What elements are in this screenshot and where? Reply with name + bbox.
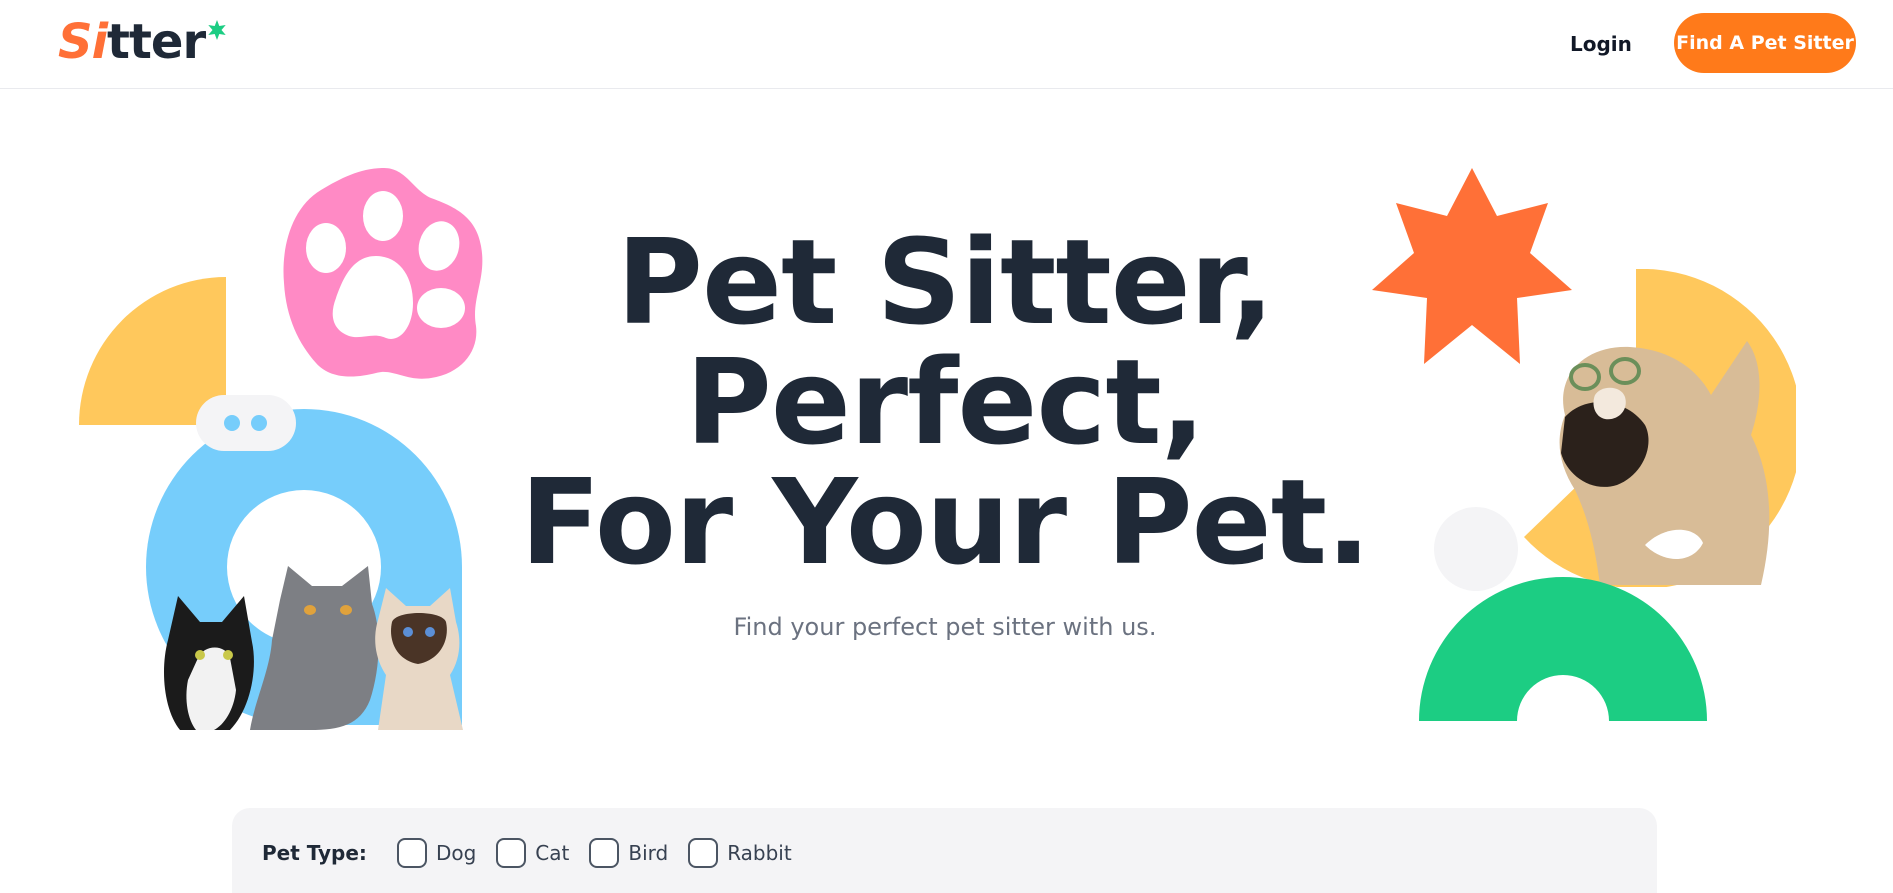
bird-checkbox[interactable] xyxy=(589,838,620,868)
green-arch-shape xyxy=(1419,577,1707,721)
pet-type-label: Pet Type: xyxy=(262,841,367,865)
pet-type-filter-row: Pet Type: Dog Cat Bird Rabbit xyxy=(262,835,812,871)
pet-option-rabbit[interactable]: Rabbit xyxy=(688,838,792,868)
cats-photo xyxy=(164,566,463,730)
hero-title-line-3: For Your Pet. xyxy=(520,453,1371,591)
rabbit-checkbox[interactable] xyxy=(688,838,719,868)
hero-title-line-1: Pet Sitter, xyxy=(616,213,1275,351)
find-pet-sitter-button[interactable]: Find A Pet Sitter xyxy=(1674,13,1856,73)
site-logo[interactable]: Sitter xyxy=(58,12,227,72)
logo-wordmark: Sitter xyxy=(58,12,206,72)
sparkle-star-icon xyxy=(208,20,226,40)
hero-subtitle: Find your perfect pet sitter with us. xyxy=(733,613,1157,641)
dog-checkbox[interactable] xyxy=(396,838,427,868)
pet-option-bird[interactable]: Bird xyxy=(589,838,668,868)
paw-print-icon xyxy=(283,168,483,379)
cat-checkbox[interactable] xyxy=(496,838,527,868)
hero-title-line-2: Perfect, xyxy=(685,333,1205,471)
bulldog-photo xyxy=(1559,341,1770,585)
pet-option-label: Bird xyxy=(628,841,669,865)
site-header: Sitter Login Find A Pet Sitter xyxy=(0,0,1893,89)
pet-option-cat[interactable]: Cat xyxy=(496,838,569,868)
login-link[interactable]: Login xyxy=(1570,30,1632,58)
logo-accent-text: Si xyxy=(58,14,108,70)
pet-type-filter-bar: Pet Type: Dog Cat Bird Rabbit xyxy=(232,808,1657,893)
hero-title: Pet Sitter, Perfect, For Your Pet. xyxy=(480,222,1410,582)
pet-option-label: Rabbit xyxy=(727,841,792,865)
logo-main-text: tter xyxy=(107,14,206,70)
pet-option-label: Cat xyxy=(535,841,570,865)
speech-bubble-icon xyxy=(196,395,296,451)
pet-option-dog[interactable]: Dog xyxy=(396,838,477,868)
pet-option-label: Dog xyxy=(435,841,477,865)
